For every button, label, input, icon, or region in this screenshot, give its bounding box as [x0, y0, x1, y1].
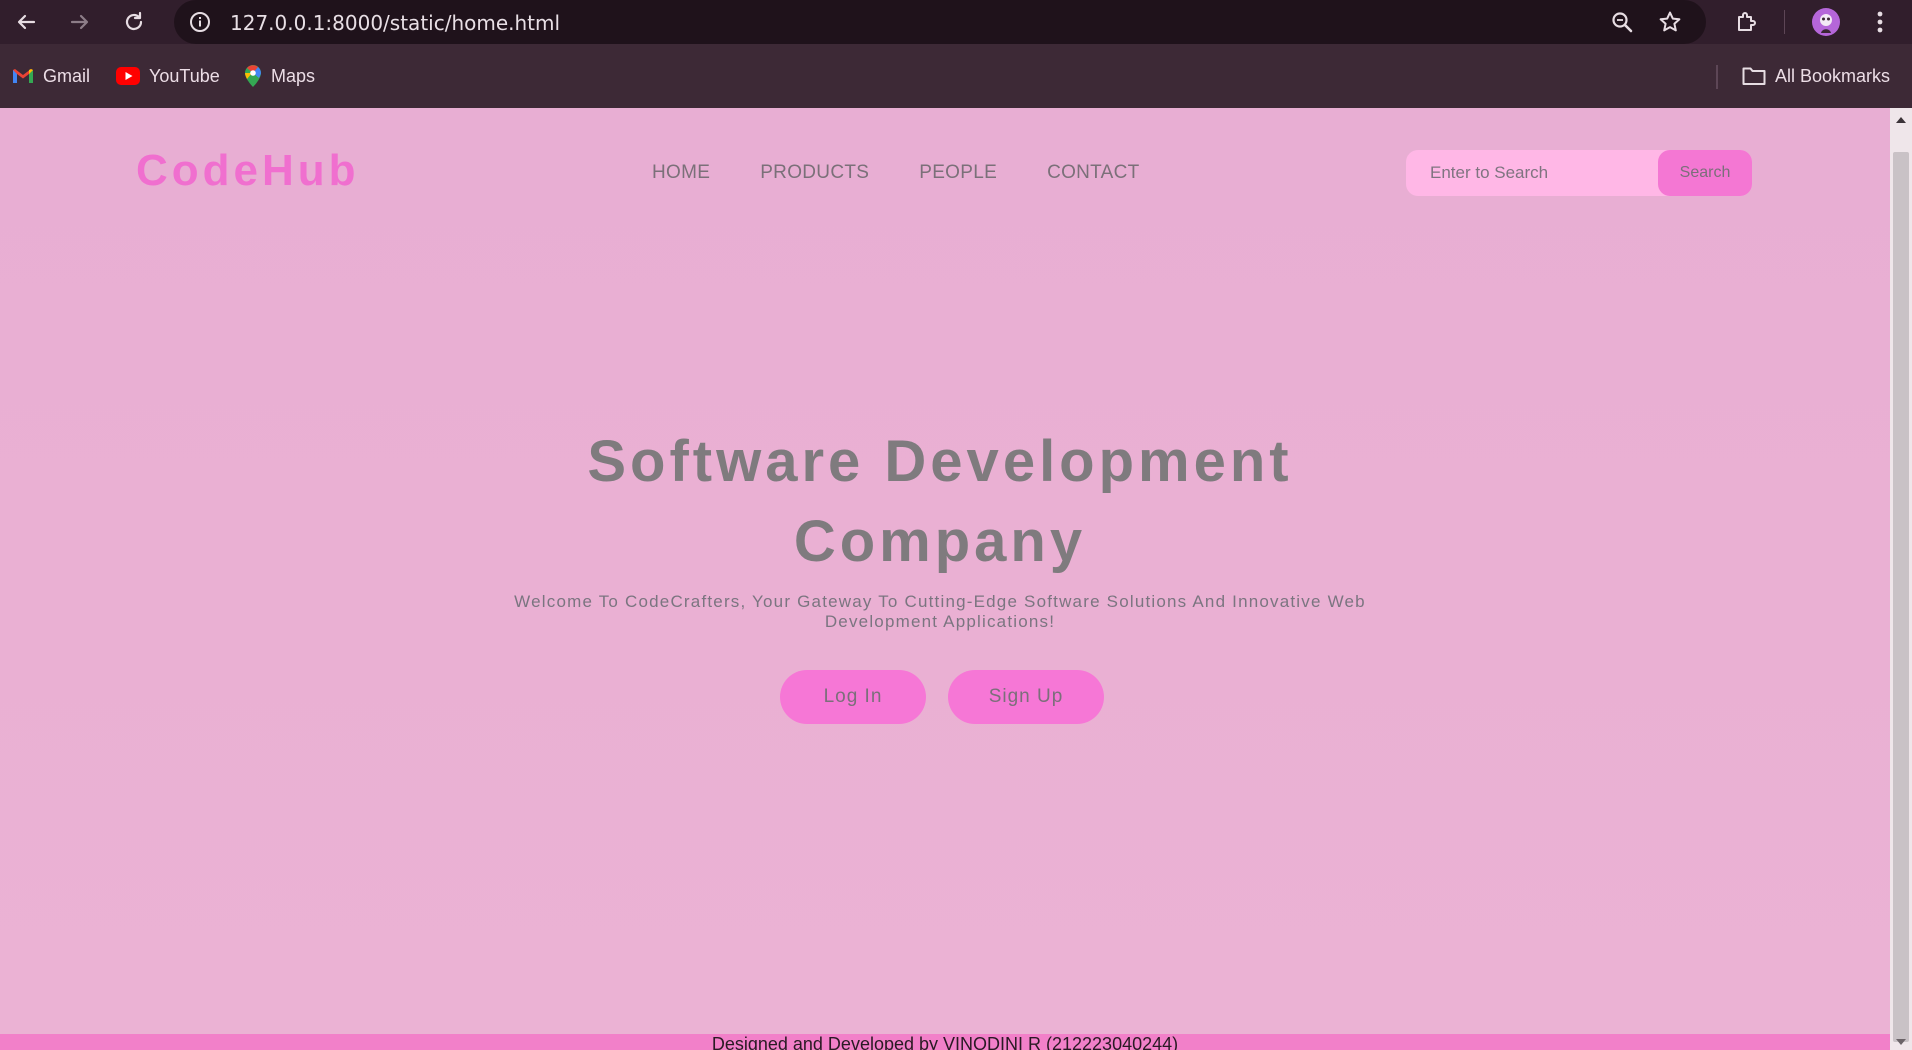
puzzle-icon [1738, 12, 1756, 31]
zoom-button[interactable] [1604, 4, 1640, 40]
bookmark-label: YouTube [149, 65, 220, 86]
reload-button[interactable] [116, 4, 152, 40]
hero-title: Software Development Company [587, 429, 1293, 574]
menu-button[interactable] [1862, 4, 1898, 40]
bookmarks-divider [1716, 65, 1718, 89]
nav-contact[interactable]: CONTACT [1047, 162, 1140, 184]
all-bookmarks-button[interactable]: All Bookmarks [1742, 57, 1890, 95]
nav-home[interactable]: HOME [652, 162, 710, 184]
scroll-down-arrow-icon[interactable] [1895, 1036, 1907, 1048]
profile-button[interactable] [1808, 4, 1844, 40]
folder-icon [1742, 67, 1766, 85]
bookmark-label: Gmail [43, 65, 91, 86]
all-bookmarks-label: All Bookmarks [1775, 65, 1891, 86]
url-text[interactable]: 127.0.0.1:8000/static/home.html [230, 11, 560, 35]
maps-icon [245, 65, 261, 87]
search-input[interactable] [1406, 150, 1658, 196]
reload-icon [125, 11, 143, 31]
toolbar-divider [1784, 10, 1785, 34]
bookmark-youtube[interactable]: YouTube [116, 57, 220, 95]
search-button[interactable]: Search [1658, 150, 1752, 196]
gmail-icon [13, 69, 33, 83]
page-scrollbar[interactable] [1890, 108, 1912, 1050]
avatar-icon [1812, 8, 1840, 36]
back-arrow-icon [17, 14, 36, 30]
nav-people[interactable]: PEOPLE [919, 162, 997, 184]
site-info-icon[interactable] [184, 6, 216, 38]
star-icon [1659, 11, 1681, 32]
youtube-icon [116, 67, 140, 85]
kebab-menu-icon [1877, 11, 1883, 33]
browser-toolbar: 127.0.0.1:8000/static/home.html [0, 0, 1912, 44]
back-button[interactable] [8, 4, 44, 40]
hero-subtitle: Welcome To CodeCrafters, Your Gateway To… [514, 592, 1366, 631]
login-button[interactable]: Log In [780, 670, 926, 724]
signup-button[interactable]: Sign Up [948, 670, 1104, 724]
forward-arrow-icon [70, 14, 89, 30]
scroll-up-arrow-icon[interactable] [1895, 114, 1907, 126]
page-footer: Designed and Developed by VINODINI R (21… [0, 1034, 1890, 1050]
browser-chrome: 127.0.0.1:8000/static/home.html Gmail Yo… [0, 0, 1912, 108]
search-form: Search [1406, 150, 1752, 196]
site-logo[interactable]: CodeHub [136, 146, 360, 196]
nav-products[interactable]: PRODUCTS [760, 162, 869, 184]
main-nav: HOME PRODUCTS PEOPLE CONTACT [652, 162, 1140, 184]
bookmark-star-button[interactable] [1652, 4, 1688, 40]
web-page: CodeHub HOME PRODUCTS PEOPLE CONTACT Sea… [0, 108, 1890, 1050]
zoom-icon [1612, 12, 1633, 33]
bookmark-maps[interactable]: Maps [244, 57, 315, 95]
scrollbar-thumb[interactable] [1893, 152, 1909, 1042]
footer-credit: Designed and Developed by VINODINI R (21… [711, 1034, 1179, 1050]
extensions-button[interactable] [1728, 4, 1764, 40]
bookmark-label: Maps [271, 65, 316, 86]
bookmark-gmail[interactable]: Gmail [12, 57, 90, 95]
forward-button[interactable] [62, 4, 98, 40]
bookmarks-bar: Gmail YouTube Maps All Bookmarks [0, 57, 1912, 95]
address-bar[interactable]: 127.0.0.1:8000/static/home.html [174, 0, 1706, 44]
